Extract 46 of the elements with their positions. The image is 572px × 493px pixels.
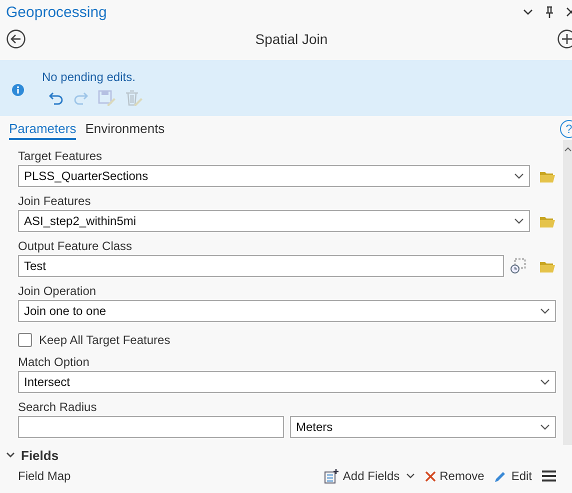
parameter-label: Search Radius bbox=[18, 400, 98, 414]
section-title: Fields bbox=[21, 448, 59, 462]
x-icon bbox=[424, 470, 436, 482]
dataset-icon[interactable] bbox=[510, 258, 526, 274]
undo-icon[interactable] bbox=[48, 90, 64, 106]
menu-icon[interactable] bbox=[542, 470, 556, 482]
caret-icon bbox=[514, 218, 524, 224]
tool-title: Spatial Join bbox=[254, 31, 329, 47]
field-map-label: Field Map bbox=[18, 469, 71, 483]
info-icon bbox=[12, 84, 24, 96]
tab[interactable]: Environments bbox=[85, 118, 165, 140]
text-field[interactable]: Test bbox=[18, 255, 504, 277]
unit-dropdown[interactable]: Meters bbox=[290, 416, 556, 438]
add-field-icon bbox=[324, 468, 339, 484]
caret-icon bbox=[540, 424, 550, 430]
dropdown-field[interactable]: Intersect bbox=[18, 371, 556, 393]
pin-icon[interactable] bbox=[545, 6, 554, 18]
action-link[interactable]: Remove bbox=[440, 469, 484, 483]
parameter-label: Target Features bbox=[18, 149, 104, 163]
back-icon[interactable] bbox=[6, 29, 26, 49]
action-link[interactable]: Add Fields bbox=[342, 469, 400, 483]
dropdown-field[interactable]: ASI_step2_within5mi bbox=[18, 210, 530, 232]
checkbox-label: Keep All Target Features bbox=[39, 332, 170, 346]
add-icon[interactable] bbox=[557, 29, 572, 49]
status-message: No pending edits. bbox=[42, 70, 136, 84]
scroll-up-icon[interactable] bbox=[564, 146, 572, 152]
parameter-label: Join Features bbox=[18, 194, 92, 208]
action-link[interactable]: Edit bbox=[511, 469, 532, 483]
dropdown-field[interactable]: PLSS_QuarterSections bbox=[18, 165, 530, 187]
scrollbar[interactable] bbox=[563, 140, 572, 445]
tab[interactable]: Parameters bbox=[9, 118, 76, 140]
chevron-down-icon[interactable] bbox=[523, 8, 533, 16]
caret-icon bbox=[540, 308, 550, 314]
close-icon[interactable] bbox=[566, 7, 572, 17]
dropdown-field[interactable]: Join one to one bbox=[18, 300, 556, 322]
distance-field[interactable] bbox=[18, 416, 284, 438]
caret-icon bbox=[540, 379, 550, 385]
parameter-label: Output Feature Class bbox=[18, 239, 134, 253]
expand-icon[interactable] bbox=[6, 452, 15, 458]
caret-icon bbox=[514, 173, 524, 179]
caret-icon[interactable] bbox=[406, 473, 415, 479]
parameter-label: Match Option bbox=[18, 355, 90, 369]
checkbox[interactable] bbox=[18, 332, 32, 346]
parameter-label: Join Operation bbox=[18, 284, 98, 298]
pencil-icon bbox=[494, 470, 508, 482]
pane-title: Geoprocessing bbox=[6, 4, 107, 20]
